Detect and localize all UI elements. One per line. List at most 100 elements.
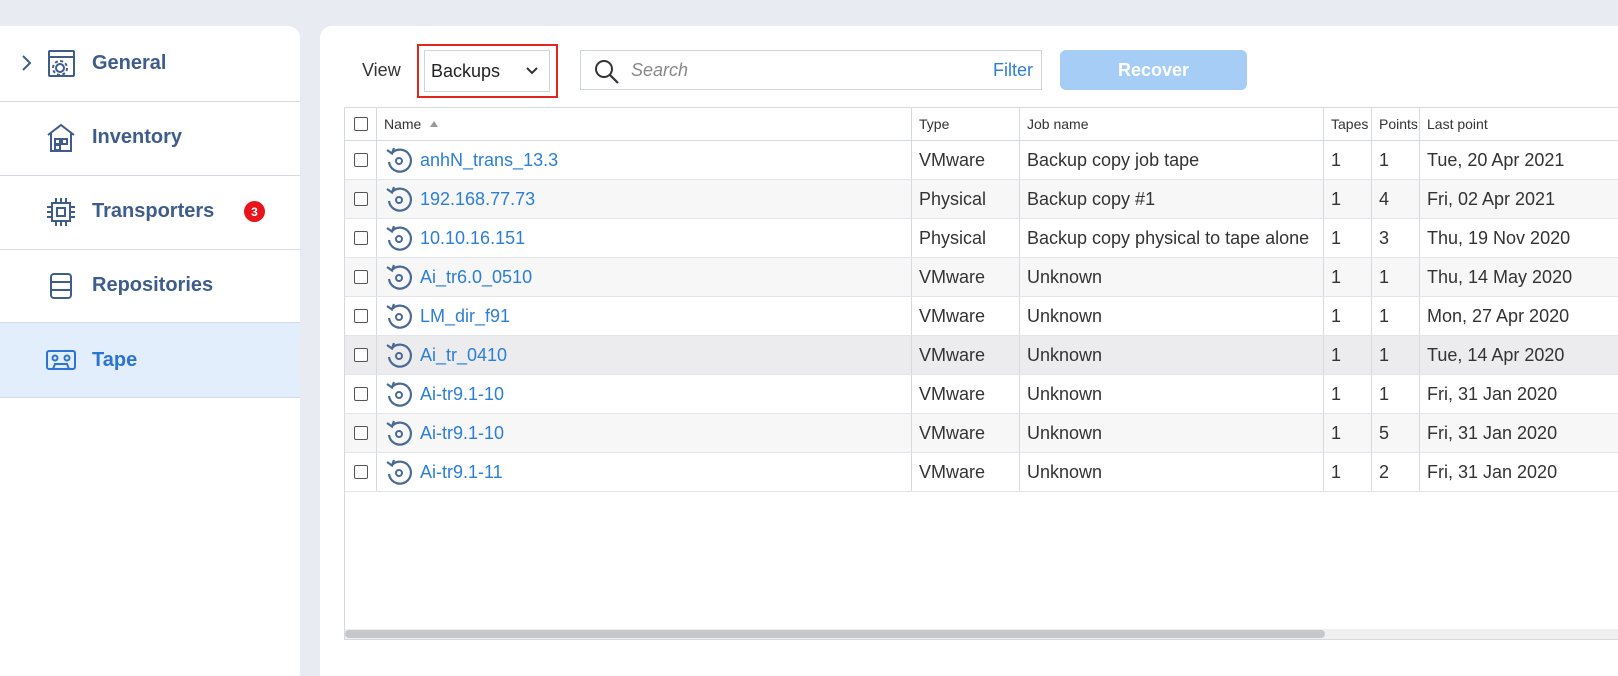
column-header-tapes[interactable]: Tapes	[1324, 108, 1372, 140]
table-row[interactable]: Ai-tr9.1-10 VMware Unknown 1 1 Fri, 31 Jan 20…	[345, 375, 1618, 414]
main-panel: View Backups Filter Recover Name Type Jo…	[320, 26, 1618, 676]
type-cell: Physical	[912, 180, 1020, 218]
tapes-cell: 1	[1324, 453, 1372, 491]
points-cell: 1	[1372, 258, 1420, 296]
job-name-cell: Unknown	[1020, 336, 1324, 374]
tapes-cell: 1	[1324, 219, 1372, 257]
sidebar-item-repositories[interactable]: Repositories	[0, 248, 300, 324]
tapes-cell: 1	[1324, 414, 1372, 452]
points-cell: 2	[1372, 453, 1420, 491]
row-checkbox[interactable]	[353, 465, 368, 479]
backup-name-link[interactable]: Ai_tr6.0_0510	[420, 267, 532, 288]
table-row[interactable]: anhN_trans_13.3 VMware Backup copy job tap…	[345, 141, 1618, 180]
tape-cassette-icon	[44, 343, 78, 377]
restore-icon	[386, 381, 412, 407]
table-row[interactable]: Ai-tr9.1-11 VMware Unknown 1 2 Fri, 31 Jan 20…	[345, 453, 1618, 492]
type-cell: VMware	[912, 141, 1020, 179]
points-cell: 1	[1372, 375, 1420, 413]
view-select[interactable]: Backups	[424, 50, 550, 92]
last-point-cell: Thu, 19 Nov 2020	[1427, 227, 1571, 248]
backup-name-link[interactable]: LM_dir_f91	[420, 306, 510, 327]
backup-name-link[interactable]: Ai_tr_0410	[420, 345, 507, 366]
backup-name-link[interactable]: anhN_trans_13.3	[420, 150, 558, 171]
row-checkbox[interactable]	[353, 348, 368, 362]
name-cell: Ai_tr_0410	[377, 336, 912, 374]
table-row[interactable]: Ai-tr9.1-10 VMware Unknown 1 5 Fri, 31 Jan 20…	[345, 414, 1618, 453]
row-checkbox[interactable]	[353, 426, 368, 440]
table-row[interactable]: Ai_tr6.0_0510 VMware Unknown 1 1 Thu, 14 May …	[345, 258, 1618, 297]
row-checkbox[interactable]	[353, 387, 368, 401]
job-name-cell: Backup copy job tape	[1020, 141, 1324, 179]
sidebar-item-label: Inventory	[92, 126, 183, 148]
sidebar-item-label: General	[92, 52, 167, 74]
restore-icon	[386, 225, 412, 251]
restore-icon	[386, 303, 412, 329]
database-icon	[44, 269, 78, 303]
backup-name-link[interactable]: Ai-tr9.1-11	[420, 462, 503, 483]
points-cell: 1	[1372, 336, 1420, 374]
name-cell: 192.168.77.73	[377, 180, 912, 218]
sidebar-item-general[interactable]: General	[0, 26, 300, 102]
restore-icon	[386, 147, 412, 173]
column-header-job-name[interactable]: Job name	[1020, 108, 1324, 140]
column-header-last-point[interactable]: Last point	[1420, 108, 1618, 140]
restore-icon	[386, 342, 412, 368]
backup-name-link[interactable]: Ai-tr9.1-10	[420, 423, 504, 444]
tapes-cell: 1	[1324, 336, 1372, 374]
row-checkbox[interactable]	[353, 192, 368, 206]
points-cell: 1	[1372, 297, 1420, 335]
last-point-cell: Thu, 14 May 2020	[1427, 266, 1573, 287]
column-header-name[interactable]: Name	[377, 108, 912, 140]
sidebar-item-tape[interactable]: Tape	[0, 322, 300, 398]
select-all-checkbox[interactable]	[353, 117, 368, 131]
row-checkbox[interactable]	[353, 153, 368, 167]
table-row[interactable]: 192.168.77.73 Physical Backup copy #1 1 4 Fri…	[345, 180, 1618, 219]
restore-icon	[386, 459, 412, 485]
name-cell: Ai-tr9.1-10	[377, 414, 912, 452]
backup-name-link[interactable]: 10.10.16.151	[420, 228, 525, 249]
type-cell: Physical	[912, 219, 1020, 257]
name-cell: anhN_trans_13.3	[377, 141, 912, 179]
last-point-cell: Fri, 02 Apr 2021	[1427, 188, 1556, 209]
sidebar-item-inventory[interactable]: Inventory	[0, 100, 300, 176]
type-cell: VMware	[912, 336, 1020, 374]
last-point-cell: Fri, 31 Jan 2020	[1427, 461, 1558, 482]
filter-link[interactable]: Filter	[993, 60, 1033, 81]
tapes-cell: 1	[1324, 297, 1372, 335]
type-cell: VMware	[912, 414, 1020, 452]
sidebar: General Inventory Transporters 3 Reposit…	[0, 26, 300, 676]
name-cell: 10.10.16.151	[377, 219, 912, 257]
table-row[interactable]: Ai_tr_0410 VMware Unknown 1 1 Tue, 14 Apr 202…	[345, 336, 1618, 375]
points-cell: 3	[1372, 219, 1420, 257]
restore-icon	[386, 420, 412, 446]
column-header-points[interactable]: Points	[1372, 108, 1420, 140]
table-row[interactable]: 10.10.16.151 Physical Backup copy physical…	[345, 219, 1618, 258]
last-point-cell: Tue, 14 Apr 2020	[1427, 344, 1565, 365]
sidebar-item-label: Transporters	[92, 200, 215, 222]
restore-icon	[386, 264, 412, 290]
tapes-cell: 1	[1324, 180, 1372, 218]
search-input[interactable]	[631, 57, 971, 83]
table-row[interactable]: LM_dir_f91 VMware Unknown 1 1 Mon, 27 Apr 202…	[345, 297, 1618, 336]
recover-button[interactable]: Recover	[1060, 50, 1247, 90]
chevron-right-icon[interactable]	[20, 54, 32, 72]
horizontal-scrollbar[interactable]	[345, 629, 1618, 639]
row-checkbox[interactable]	[353, 309, 368, 323]
row-checkbox[interactable]	[353, 270, 368, 284]
name-cell: Ai-tr9.1-11	[377, 453, 912, 491]
last-point-cell: Fri, 31 Jan 2020	[1427, 422, 1558, 443]
row-checkbox[interactable]	[353, 231, 368, 245]
last-point-cell: Tue, 20 Apr 2021	[1427, 149, 1565, 170]
type-cell: VMware	[912, 258, 1020, 296]
restore-icon	[386, 186, 412, 212]
column-header-type[interactable]: Type	[912, 108, 1020, 140]
name-cell: Ai-tr9.1-10	[377, 375, 912, 413]
backup-name-link[interactable]: 192.168.77.73	[420, 189, 535, 210]
tapes-cell: 1	[1324, 258, 1372, 296]
gear-window-icon	[44, 47, 78, 81]
backup-name-link[interactable]: Ai-tr9.1-10	[420, 384, 504, 405]
scrollbar-thumb[interactable]	[345, 630, 1325, 638]
chevron-down-icon	[526, 67, 538, 75]
job-name-cell: Unknown	[1020, 375, 1324, 413]
sidebar-item-transporters[interactable]: Transporters 3	[0, 174, 300, 250]
